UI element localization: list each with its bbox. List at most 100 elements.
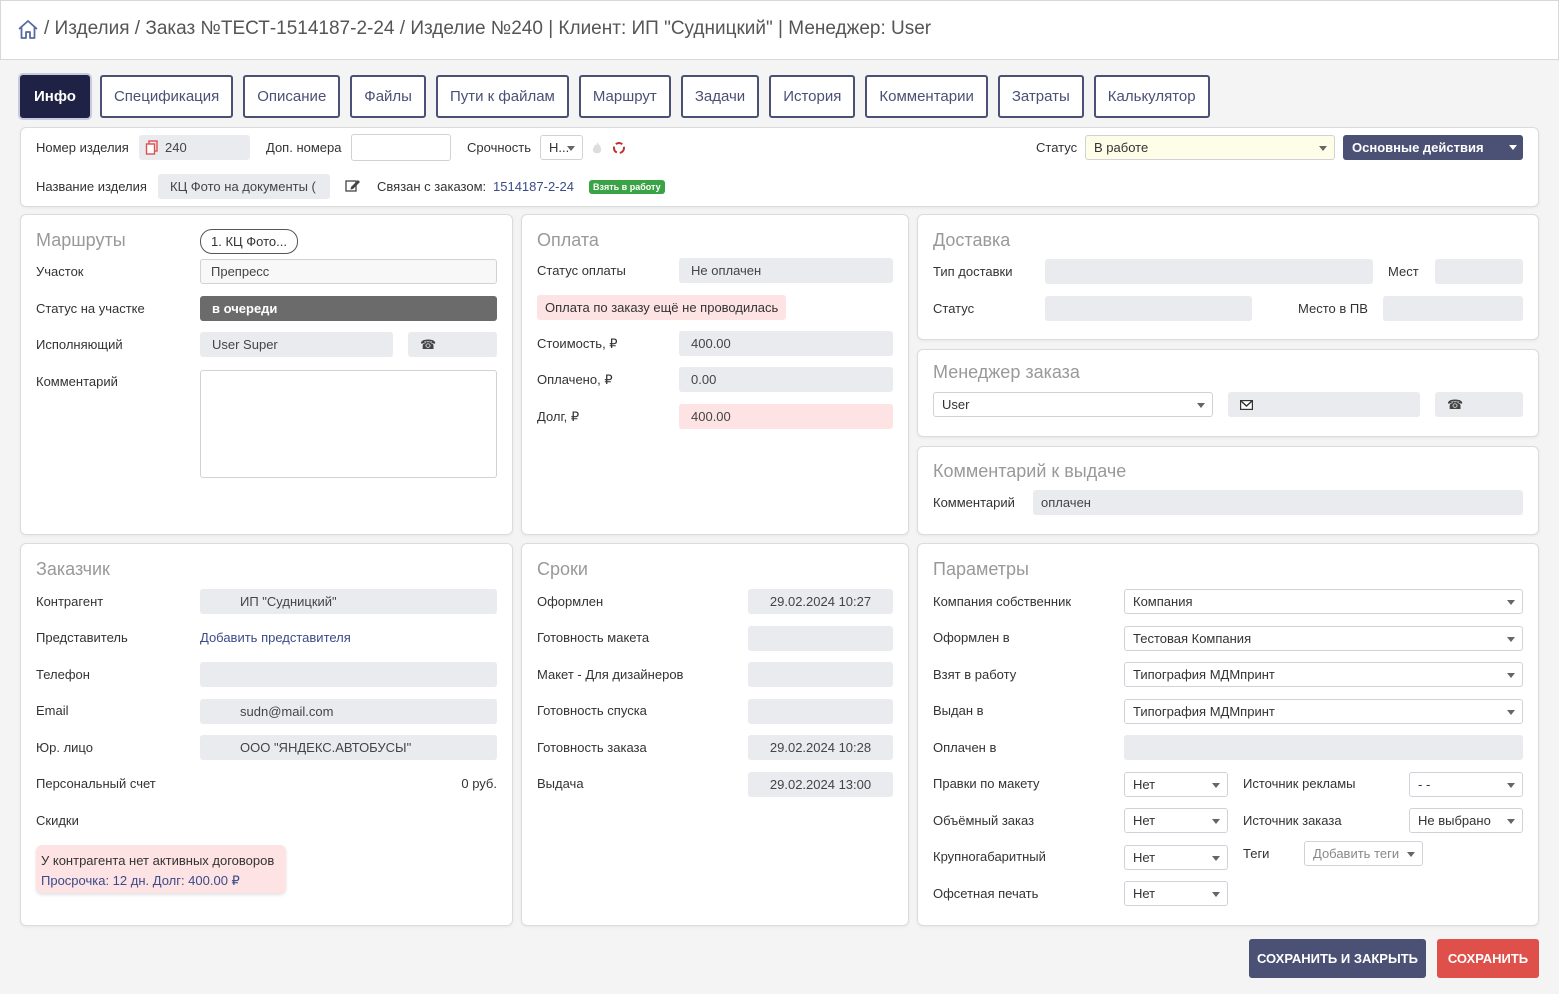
account-label: Персональный счет (36, 776, 156, 791)
payment-status-value: Не оплачен (691, 263, 762, 278)
order-source-select[interactable]: Не выбрано (1409, 808, 1523, 833)
tab-file-paths[interactable]: Пути к файлам (435, 75, 569, 118)
email-value: sudn@mail.com (240, 704, 334, 719)
legal-entity-label: Юр. лицо (36, 740, 93, 755)
extra-numbers-input[interactable] (351, 134, 451, 161)
owner-company-select[interactable]: Компания (1124, 589, 1523, 614)
tab-calculator[interactable]: Калькулятор (1093, 75, 1210, 118)
delivery-type-field (1045, 259, 1373, 284)
terms-title: Сроки (537, 559, 588, 579)
places-label: Мест (1388, 264, 1419, 279)
save-button[interactable]: СОХРАНИТЬ (1437, 939, 1539, 978)
tab-tasks[interactable]: Задачи (680, 75, 760, 118)
ad-source-label: Источник рекламы (1243, 776, 1356, 791)
email-label: Email (36, 703, 69, 718)
urgency-label: Срочность (467, 140, 531, 155)
tags-label: Теги (1243, 846, 1270, 861)
large-select[interactable]: Нет (1124, 845, 1228, 870)
linked-order-label: Связан с заказом: (377, 179, 487, 194)
cost-field: 400.00 (679, 331, 893, 356)
pv-place-label: Место в ПВ (1298, 301, 1368, 316)
ad-source-select[interactable]: - - (1409, 772, 1523, 797)
contractor-label: Контрагент (36, 594, 104, 609)
term-label: Выдача (537, 776, 584, 791)
issue-comment-field: оплачен (1033, 490, 1523, 515)
debt-value: 400.00 (691, 409, 731, 424)
copy-icon[interactable] (145, 140, 159, 155)
term-field (748, 626, 893, 651)
section-status-field: в очереди (200, 296, 497, 321)
section-value: Препресс (211, 264, 270, 279)
urgency-select[interactable]: Н... (540, 135, 583, 160)
edits-label: Правки по макету (933, 776, 1040, 791)
route-chip[interactable]: 1. КЦ Фото... (200, 229, 298, 254)
representative-label: Представитель (36, 630, 128, 645)
large-value: Нет (1133, 850, 1156, 865)
delivery-status-field (1045, 296, 1252, 321)
comment-textarea[interactable] (200, 370, 497, 478)
offset-value: Нет (1133, 886, 1156, 901)
status-select[interactable]: В работе (1085, 135, 1335, 160)
discounts-label: Скидки (36, 813, 79, 828)
large-label: Крупногабаритный (933, 849, 1046, 864)
term-label: Готовность спуска (537, 703, 647, 718)
manager-phone-field: ☎ (1435, 392, 1523, 417)
owner-company-label: Компания собственник (933, 594, 1072, 609)
manager-select[interactable]: User (933, 392, 1213, 417)
bulk-label: Объёмный заказ (933, 813, 1035, 828)
customer-title: Заказчик (36, 559, 110, 579)
offset-select[interactable]: Нет (1124, 881, 1228, 906)
edits-select[interactable]: Нет (1124, 772, 1228, 797)
debt-label: Долг, ₽ (537, 409, 580, 424)
tab-comments[interactable]: Комментарии (865, 75, 988, 118)
tab-history[interactable]: История (769, 75, 856, 118)
add-representative-link[interactable]: Добавить представителя (200, 630, 351, 645)
tab-info[interactable]: Инфо (20, 75, 90, 118)
tab-costs[interactable]: Затраты (997, 75, 1084, 118)
item-name-value: КЦ Фото на документы ( (170, 179, 316, 194)
extra-numbers-label: Доп. номера (266, 140, 342, 155)
fire-icon[interactable] (591, 141, 603, 155)
item-name-label: Название изделия (36, 179, 147, 194)
order-source-label: Источник заказа (1243, 813, 1342, 828)
term-label: Оформлен (537, 594, 604, 609)
made-in-value: Тестовая Компания (1133, 631, 1252, 646)
bulk-value: Нет (1133, 813, 1156, 828)
term-value: 29.02.2024 10:28 (769, 740, 872, 755)
main-actions-button[interactable]: Основные действия (1343, 135, 1523, 160)
issue-comment-label: Комментарий (933, 495, 1015, 510)
section-status-label: Статус на участке (36, 301, 145, 316)
phone-label: Телефон (36, 667, 90, 682)
status-value: В работе (1094, 140, 1149, 155)
home-icon[interactable] (16, 18, 40, 40)
bulk-select[interactable]: Нет (1124, 808, 1228, 833)
tab-files[interactable]: Файлы (350, 75, 426, 118)
edits-value: Нет (1133, 777, 1156, 792)
order-source-value: Не выбрано (1418, 813, 1491, 828)
take-to-work-badge[interactable]: Взять в работу (589, 180, 665, 194)
item-number-label: Номер изделия (36, 140, 129, 155)
manager-title: Менеджер заказа (933, 362, 1080, 382)
delivery-title: Доставка (933, 230, 1011, 250)
made-in-select[interactable]: Тестовая Компания (1124, 626, 1523, 651)
recycle-icon[interactable] (612, 141, 626, 155)
tags-select[interactable]: Добавить теги (1304, 841, 1423, 866)
tab-specification[interactable]: Спецификация (99, 75, 234, 118)
executor-phone-field: ☎ (408, 332, 497, 357)
tab-route[interactable]: Маршрут (578, 75, 671, 118)
issued-select[interactable]: Типография МДМпринт (1124, 699, 1523, 724)
tab-description[interactable]: Описание (243, 75, 341, 118)
executor-value: User Super (212, 337, 278, 352)
term-field: 29.02.2024 10:27 (748, 589, 893, 614)
save-and-close-button[interactable]: СОХРАНИТЬ И ЗАКРЫТЬ (1249, 939, 1426, 978)
payment-alert: Оплата по заказу ещё не проводилась (537, 295, 787, 320)
linked-order-link[interactable]: 1514187-2-24 (493, 179, 574, 194)
item-name-field: КЦ Фото на документы ( (158, 174, 330, 199)
delivery-status-label: Статус (933, 301, 975, 316)
taken-select[interactable]: Типография МДМпринт (1124, 662, 1523, 687)
routes-title: Маршруты (36, 230, 126, 250)
email-field: sudn@mail.com (200, 699, 497, 724)
edit-icon[interactable] (345, 178, 361, 193)
contractor-value: ИП "Судницкий" (240, 594, 337, 609)
main-actions-caret-icon (1509, 145, 1517, 150)
